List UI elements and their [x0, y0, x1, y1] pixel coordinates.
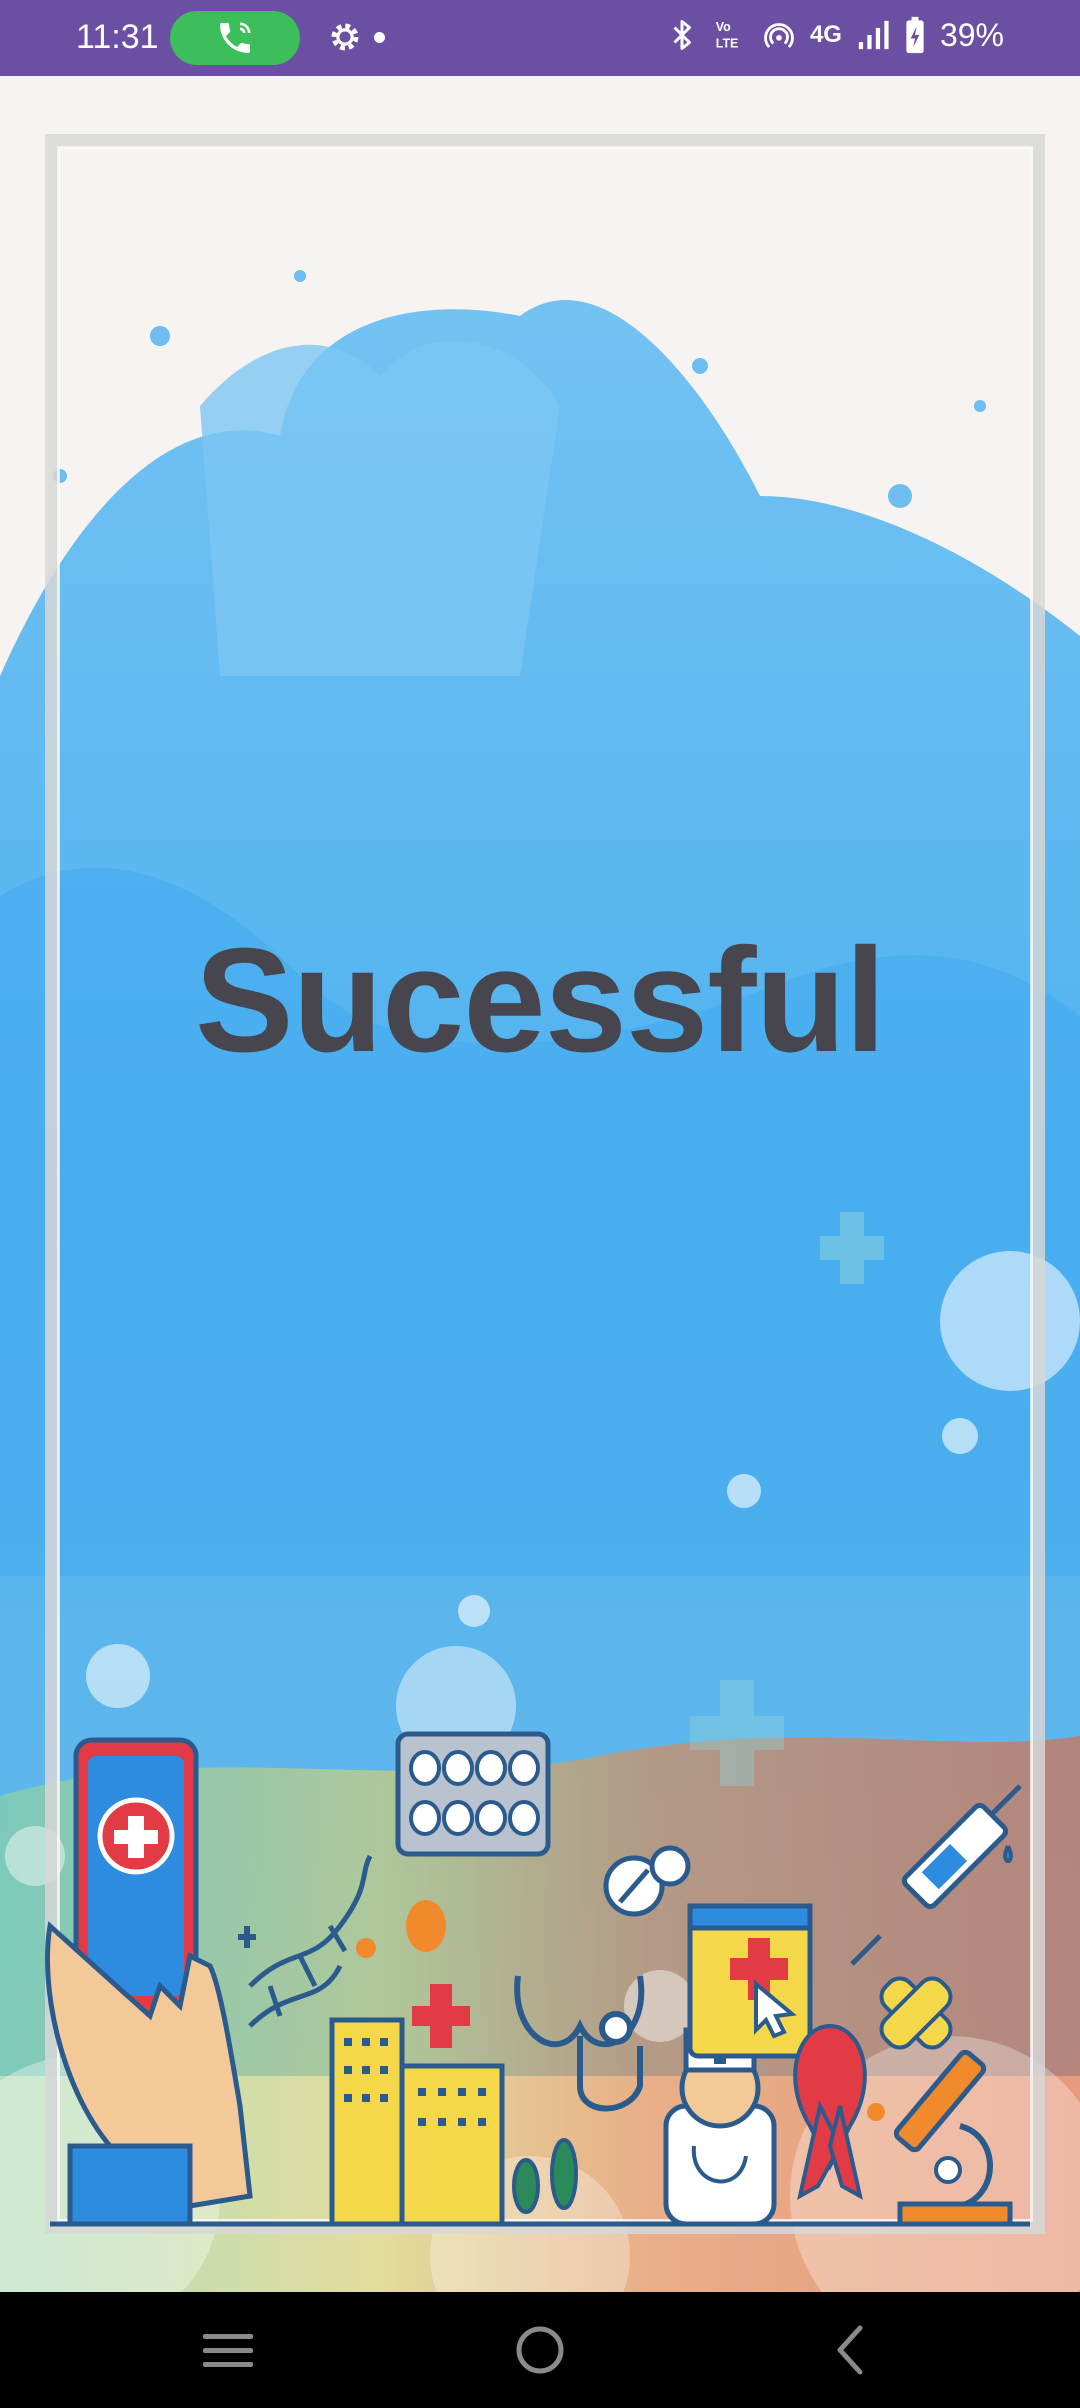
back-icon: [837, 2325, 863, 2375]
pills-icon: [603, 1845, 691, 1917]
hotspot-icon: [764, 23, 794, 48]
navigation-bar: [0, 2292, 1080, 2408]
stethoscope-icon: [514, 1975, 645, 2112]
menu-icon: [203, 2334, 253, 2367]
signal-icon: [858, 20, 889, 50]
status-bar: 11:31 Vo LTE 4G 39%: [0, 0, 1080, 76]
home-icon: [516, 2326, 564, 2374]
status-time: 11:31: [76, 18, 159, 56]
success-poster: Sucessful: [0, 76, 1080, 2292]
pill-blister-icon: [395, 1731, 551, 1857]
gear-icon: [331, 23, 359, 51]
network-type: 4G: [809, 21, 842, 48]
home-button[interactable]: [508, 2318, 572, 2382]
battery-charging-icon: [906, 16, 924, 54]
awareness-ribbon-icon: [793, 2023, 867, 2200]
syringe-icon: [850, 1784, 1022, 1966]
back-button[interactable]: [818, 2318, 882, 2382]
microscope-icon: [893, 2049, 1013, 2227]
status-icons: Vo LTE 4G 39%: [664, 16, 1004, 54]
success-headline: Sucessful: [194, 918, 886, 1083]
battery-percentage: 39%: [939, 16, 1004, 53]
notification-dot: [374, 32, 385, 43]
bluetooth-icon: [673, 20, 691, 50]
dna-icon: [248, 1854, 373, 2028]
phone-medical-icon: [45, 1737, 253, 2227]
hospital-building-icon: [329, 1984, 505, 2227]
bandage-icon: [879, 1976, 953, 2050]
phone-call-icon: [220, 22, 251, 53]
ongoing-call-pill[interactable]: [170, 11, 300, 65]
volte-icon: Vo LTE: [716, 20, 739, 51]
doctor-icon: [663, 2027, 777, 2227]
svg-text:Vo: Vo: [716, 20, 731, 34]
svg-text:LTE: LTE: [716, 36, 739, 50]
recent-apps-button[interactable]: [196, 2318, 260, 2382]
medical-illustration: [45, 1731, 1030, 2227]
medical-app-icon: [687, 1903, 813, 2059]
